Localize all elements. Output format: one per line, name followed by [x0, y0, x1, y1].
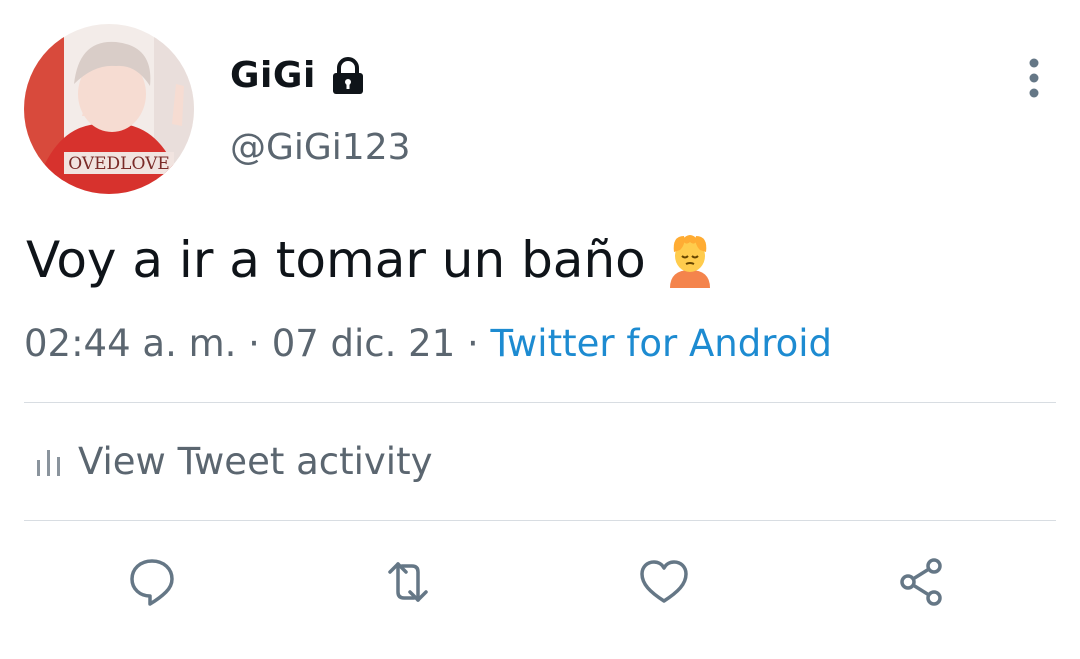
display-name[interactable]: GiGi	[230, 52, 366, 100]
user-handle[interactable]: @GiGi123	[230, 124, 411, 172]
tweet-meta: 02:44 a. m. · 07 dic. 21 · Twitter for A…	[24, 318, 832, 370]
tweet-time: 02:44 a. m.	[24, 322, 237, 365]
more-vertical-icon	[1029, 58, 1039, 98]
meta-separator: ·	[248, 322, 272, 365]
tweet-source-link[interactable]: Twitter for Android	[491, 322, 832, 365]
share-button[interactable]	[894, 554, 950, 610]
avatar[interactable]: OVEDLOVE	[24, 24, 194, 194]
more-options-button[interactable]	[1012, 56, 1056, 100]
tweet-text-content: Voy a ir a tomar un baño	[26, 231, 646, 289]
heart-icon	[640, 560, 688, 603]
bar-chart-icon	[37, 450, 60, 476]
tweet-detail: OVEDLOVE GiGi @GiGi123 Voy a ir a tomar …	[0, 0, 1080, 659]
divider	[24, 520, 1056, 521]
retweet-button[interactable]	[380, 554, 436, 610]
lock-icon	[330, 56, 366, 96]
retweet-icon	[388, 562, 428, 602]
divider	[24, 402, 1056, 403]
like-button[interactable]	[636, 554, 692, 610]
tweet-date: 07 dic. 21	[271, 322, 456, 365]
meta-separator: ·	[467, 322, 491, 365]
tweet-text: Voy a ir a tomar un baño	[26, 226, 714, 294]
person-in-bath-emoji-icon	[666, 232, 714, 288]
view-tweet-activity-button[interactable]: View Tweet activity	[34, 436, 432, 488]
view-tweet-activity-label: View Tweet activity	[78, 440, 433, 483]
avatar-image: OVEDLOVE	[24, 24, 194, 194]
avatar-shirt-text: OVEDLOVE	[68, 154, 170, 174]
comment-icon	[130, 559, 174, 606]
share-icon	[900, 558, 942, 606]
display-name-text: GiGi	[230, 55, 316, 96]
reply-button[interactable]	[124, 554, 180, 610]
